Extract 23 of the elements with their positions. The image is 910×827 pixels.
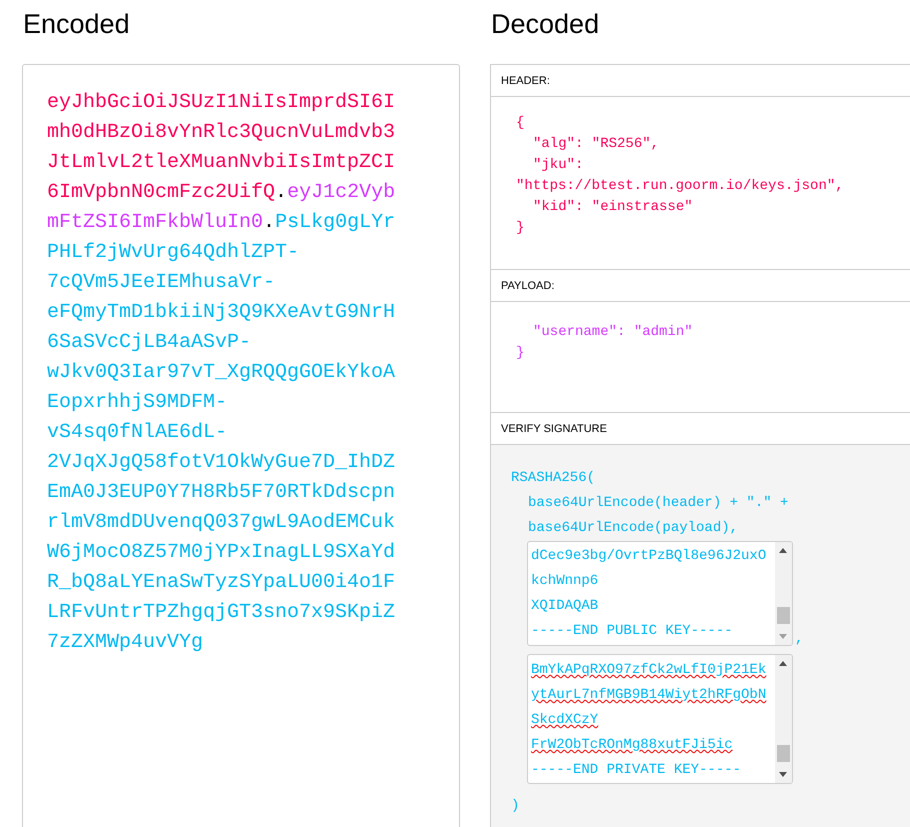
code-line: base64UrlEncode(payload), bbox=[527, 519, 740, 538]
json-line: } bbox=[516, 219, 526, 238]
json-line: } bbox=[516, 344, 526, 363]
scrollbar[interactable] bbox=[775, 542, 792, 645]
section-label: HEADER: bbox=[501, 74, 550, 86]
scrollbar[interactable] bbox=[775, 655, 792, 783]
encoded-title: Encoded bbox=[22, 8, 131, 41]
decoded-title: Decoded bbox=[490, 8, 600, 41]
json-line: { bbox=[516, 114, 526, 133]
public-key-field[interactable]: dCec9e3bg/OvrtPzBQl8e96J2uxO kchWnnp6 XQIDAQAB -----END PUBLIC KEY----- bbox=[527, 541, 793, 646]
private-key-field[interactable]: BmYkAPqRXO97zfCk2wLfI0jP21Ek ytAurL7nfMGB9B14Wiyt2hRFgObN SkcdXCzY FrW2ObTcROnMg88xutFJi5ic -----END PRIVATE KEY----- bbox=[527, 654, 793, 784]
json-line: "https://btest.run.goorm.io/keys.json", bbox=[516, 177, 845, 196]
code-line: ) bbox=[511, 797, 520, 816]
encoded-token[interactable]: eyJhbGciOiJSUzI1NiIsImprdSI6Imh0dHBzOi8vYnRlc3QucnVuLmdvb3JtLmlvL2tleXMuanNvbiIsImtpZCI6ImVpbnN0cmFzc2UifQ.eyJ1c2VybmFtZSI6ImFkbWluIn0.PsLkg0gLYrPHLf2jWvUrg64QdhlZPT-7cQVm5JEeIEMhusaVr-eFQmyTmD1bkiiNj3Q9KXeAvtG9NrH6SaSVcCjLB4aASvP-wJkv0Q3Iar97vT_XgRQQgGOEkYkoAEopxrhhjS9MDFM-vS4sq0fNlAE6dL-2VJqXJgQ58fotV1OkWyGue7D_IhDZEmA0J3EUP0Y7H8Rb5F70RTkDdscpnrlmV8mdDUvenqQ037gwL9AodEMCukW6jMocO8Z57M0jYPxInagLL9SXaYdR_bQ8aLYEnaSwTyzSYpaLU00i4o1FLRFvUntrTPZhgqjGT3sno7x9SKpiZ7zZXMWp4uvVYg bbox=[47, 88, 400, 658]
json-line: "kid": "einstrasse" bbox=[532, 198, 694, 217]
code-line: RSASHA256( bbox=[511, 469, 596, 488]
section-label: PAYLOAD: bbox=[501, 280, 554, 292]
comma: , bbox=[794, 632, 804, 646]
code-line: base64UrlEncode(header) + "." + bbox=[527, 494, 790, 513]
json-line: "jku": bbox=[532, 156, 584, 175]
section-label: VERIFY SIGNATURE bbox=[501, 422, 607, 434]
json-line: "alg": "RS256", bbox=[532, 135, 660, 154]
json-line: "username": "admin" bbox=[532, 323, 694, 342]
